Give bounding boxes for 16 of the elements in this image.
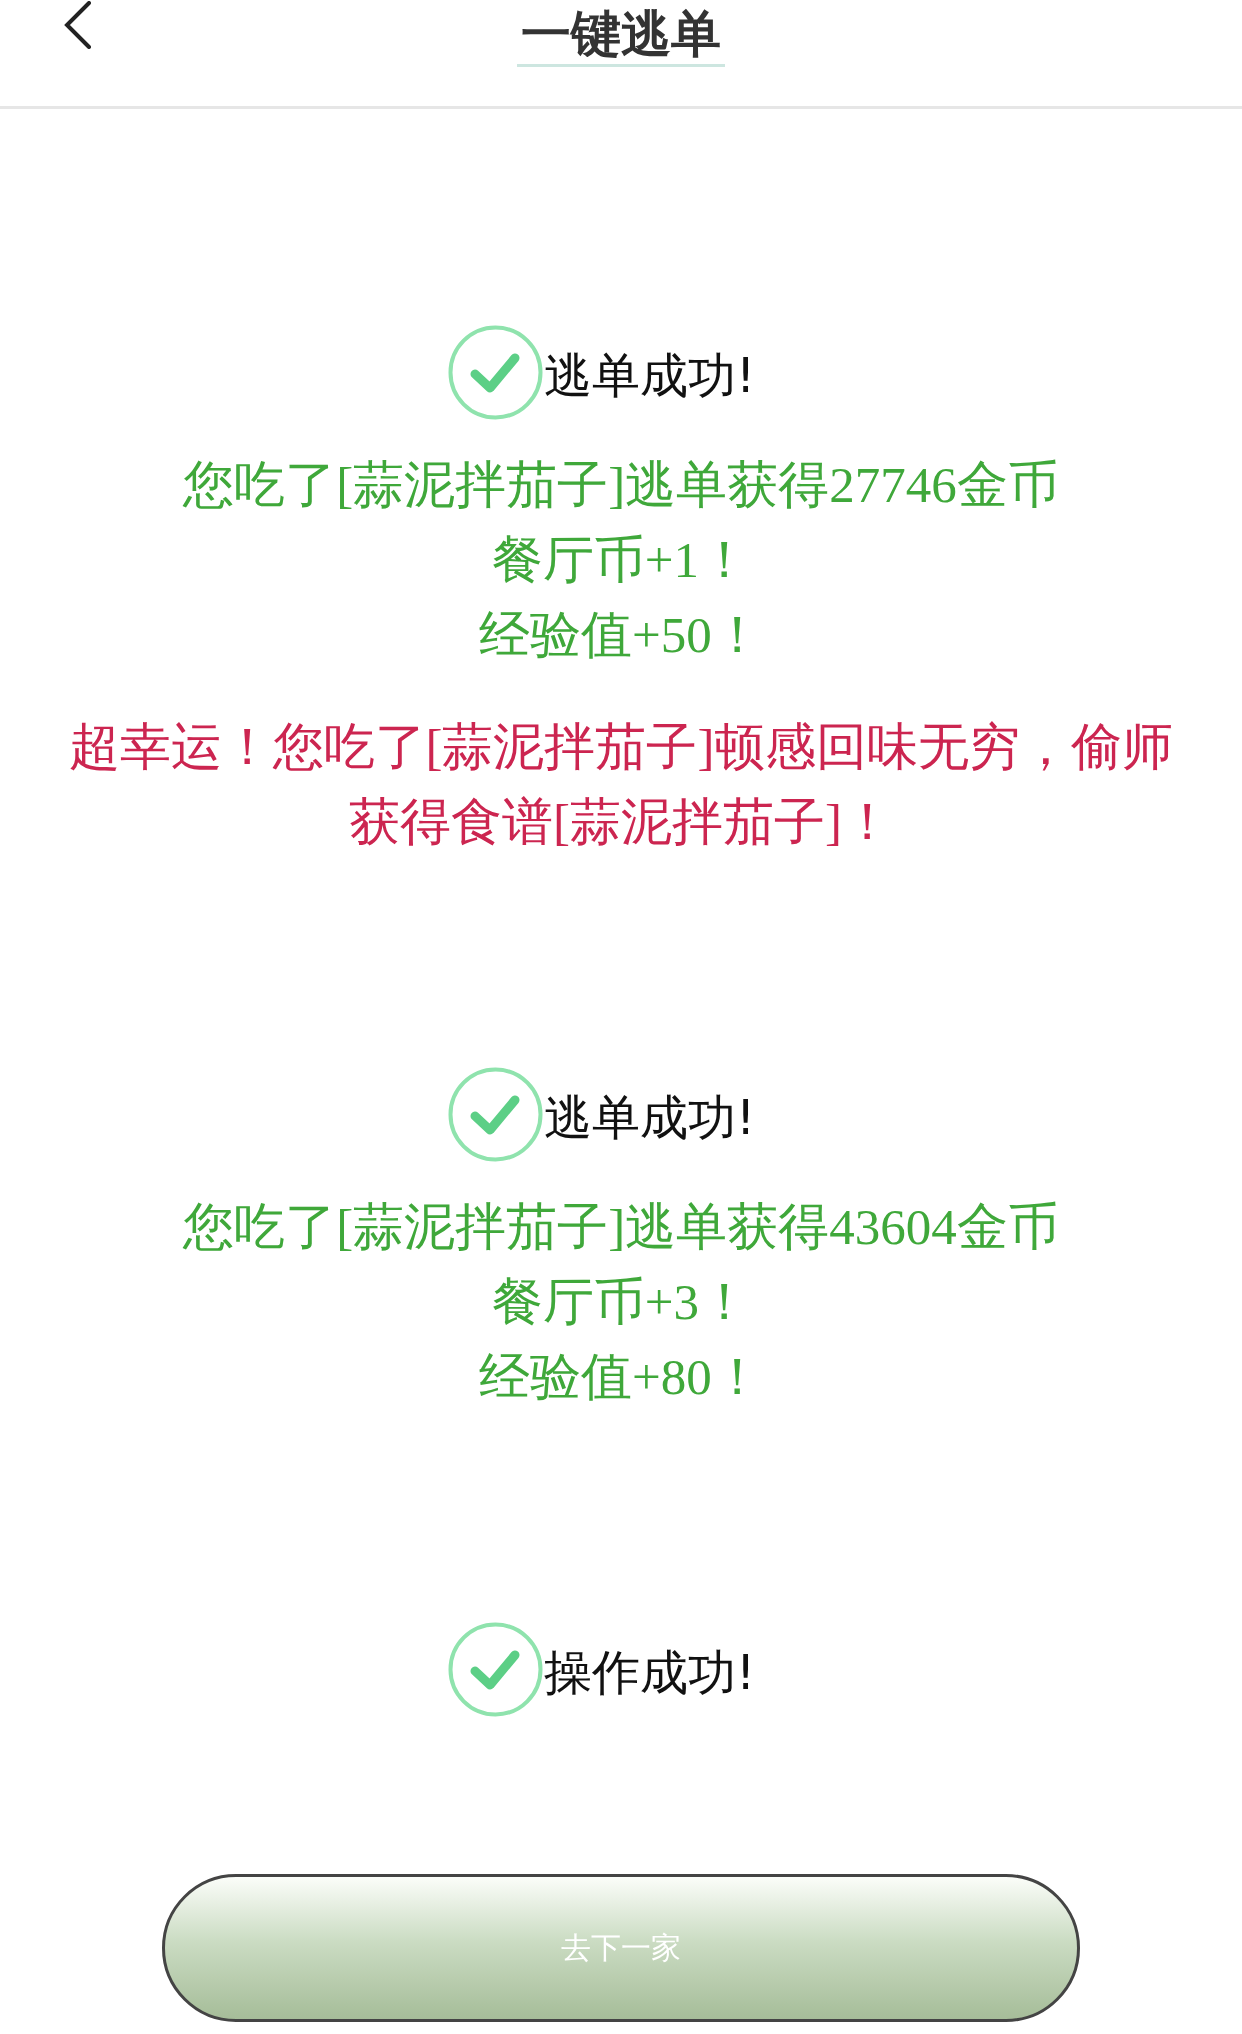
- reward-message: 您吃了[蒜泥拌茄子]逃单获得27746金币: [183, 456, 1059, 515]
- back-icon: [63, 1, 93, 49]
- reward-message: 您吃了[蒜泥拌茄子]逃单获得43604金币: [183, 1198, 1059, 1257]
- check-circle-icon: [446, 1621, 544, 1718]
- page-title: 一键逃单: [517, 6, 725, 67]
- status-message: 操作成功!: [543, 1643, 756, 1702]
- check-circle-icon: [446, 324, 544, 421]
- next-button[interactable]: 去下一家: [162, 1874, 1080, 2022]
- reward-message: 经验值+80！: [479, 1348, 763, 1407]
- bonus-message: 超幸运！您吃了[蒜泥拌茄子]顿感回味无穷，偷师获得食谱[蒜泥拌茄子]！: [67, 718, 1175, 852]
- check-circle-icon: [446, 1066, 544, 1163]
- reward-message: 经验值+50！: [479, 606, 763, 665]
- reward-message: 餐厅币+1！: [491, 531, 751, 590]
- status-message: 逃单成功!: [543, 1088, 756, 1147]
- status-message: 逃单成功!: [543, 346, 756, 405]
- reward-message: 餐厅币+3！: [491, 1273, 751, 1332]
